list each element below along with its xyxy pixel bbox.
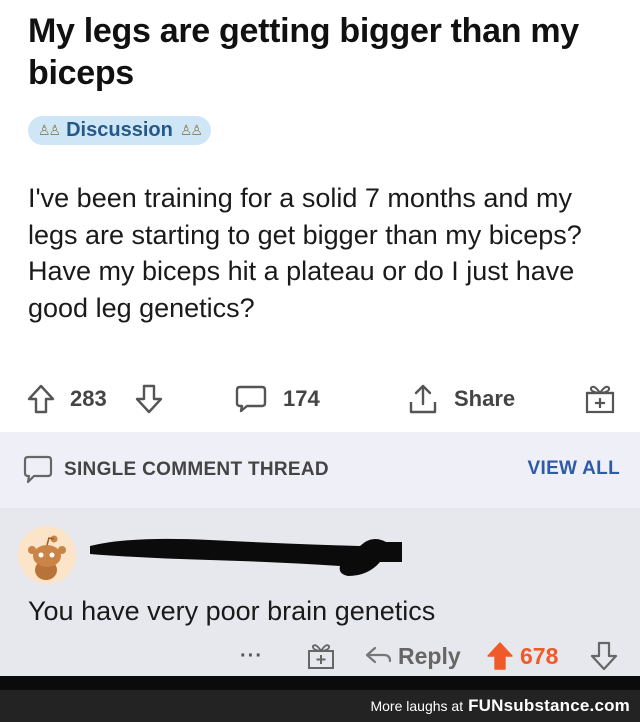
comment-downvote-button[interactable] — [590, 638, 618, 674]
share-button[interactable]: Share — [406, 376, 515, 422]
post-title[interactable]: My legs are getting bigger than my bicep… — [28, 10, 628, 94]
more-options-button[interactable]: ··· — [240, 638, 263, 674]
downvote-arrow-icon — [135, 384, 163, 414]
view-all-link[interactable]: VIEW ALL — [528, 458, 620, 480]
post-actions: 283 174 Share — [0, 376, 640, 422]
thread-label-group: SINGLE COMMENT THREAD — [22, 454, 329, 486]
snoo-avatar-icon — [18, 526, 76, 584]
comment-bubble-icon — [235, 385, 267, 413]
people-icon: ♙♙ — [38, 122, 61, 138]
gift-icon — [308, 644, 334, 669]
reply-button[interactable]: Reply — [364, 638, 461, 674]
upvote-filled-icon — [487, 642, 513, 670]
people-icon: ♙♙ — [179, 122, 203, 138]
thread-label: SINGLE COMMENT THREAD — [64, 459, 329, 480]
single-comment-thread-bar: SINGLE COMMENT THREAD VIEW ALL — [0, 432, 640, 508]
comments-button[interactable]: 174 — [234, 376, 320, 422]
award-button[interactable] — [583, 376, 617, 422]
redacted-username — [90, 538, 402, 576]
gift-icon — [585, 385, 615, 414]
share-icon — [409, 384, 437, 414]
comment-count: 174 — [283, 386, 320, 411]
watermark-footer: More laughs at FUNsubstance.com — [0, 676, 640, 722]
comment-upvote-button[interactable]: 678 — [486, 638, 558, 674]
flair-label: Discussion — [66, 119, 173, 141]
downvote-arrow-icon — [590, 641, 618, 671]
comment-actions: ··· Reply 678 — [0, 638, 640, 674]
downvote-button[interactable] — [134, 376, 164, 422]
upvote-button[interactable] — [26, 376, 56, 422]
reply-label: Reply — [398, 642, 461, 669]
comment-score: 678 — [520, 642, 559, 669]
watermark-prefix: More laughs at — [370, 698, 464, 714]
share-label: Share — [454, 386, 516, 411]
post-card: My legs are getting bigger than my bicep… — [0, 0, 640, 432]
footer-divider — [0, 676, 640, 690]
watermark-bar: More laughs at FUNsubstance.com — [0, 690, 640, 722]
comment-card: You have very poor brain genetics ··· Re… — [0, 508, 640, 676]
reply-arrow-icon — [365, 646, 392, 664]
post-body: I've been training for a solid 7 months … — [28, 183, 582, 323]
comment-text: You have very poor brain genetics — [28, 596, 436, 626]
avatar[interactable] — [18, 526, 76, 584]
watermark-brand[interactable]: FUNsubstance.com — [468, 696, 630, 716]
comment-award-button[interactable] — [306, 638, 336, 674]
upvote-count: 283 — [70, 386, 107, 411]
comment-bubble-icon — [23, 455, 53, 484]
discussion-flair[interactable]: ♙♙ Discussion ♙♙ — [28, 116, 211, 145]
upvote-arrow-icon — [27, 384, 55, 414]
